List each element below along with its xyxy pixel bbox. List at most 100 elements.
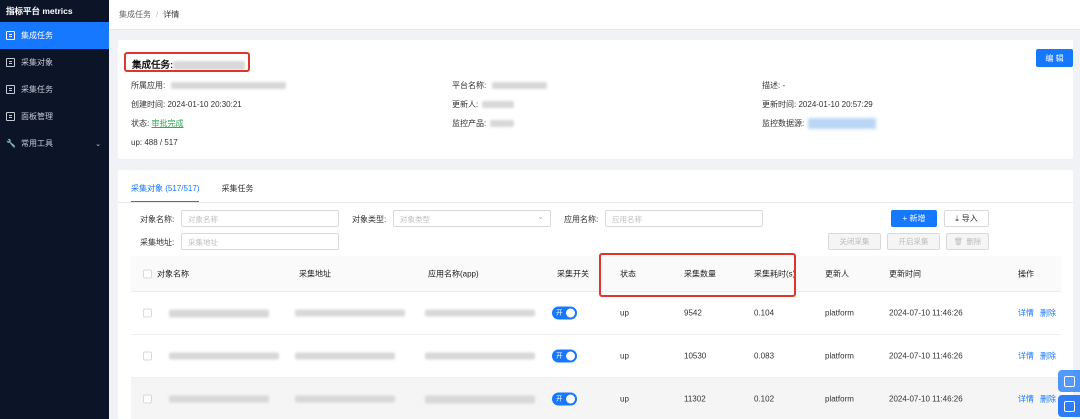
redacted-object-name (169, 352, 279, 361)
sidebar-item-label: 集成任务 (21, 31, 53, 40)
created-label: 创建时间: (131, 100, 166, 109)
redacted-app (171, 82, 287, 90)
sidebar-item-panel-management[interactable]: 面板管理 (0, 103, 109, 130)
header-app-name: 应用名称(app) (428, 269, 479, 278)
task-info-card: 集成任务: 编 辑 所属应用: 平台名称: 描述: - 创建时间: 2024-0… (118, 40, 1073, 159)
row-checkbox[interactable] (143, 394, 152, 404)
open-collect-button[interactable]: 开启采集 (887, 233, 940, 250)
count-cell: 10530 (684, 351, 707, 361)
redacted-product (490, 120, 515, 128)
status-label: 状态: (131, 119, 150, 128)
updater-cell: platform (825, 308, 854, 318)
breadcrumb-current: 详情 (163, 10, 180, 19)
redacted-platform (492, 82, 548, 90)
created-value: 2024-01-10 20:30:21 (167, 100, 242, 109)
status-value[interactable]: 审批完成 (151, 119, 183, 128)
task-title: 集成任务: (124, 52, 250, 72)
grid-icon (6, 85, 15, 94)
desc-value: - (782, 81, 786, 90)
count-cell: 9542 (684, 308, 702, 318)
delete-link[interactable]: 删除 (1040, 351, 1056, 362)
sidebar: 指标平台 metrics 集成任务 采集对象 采集任务 面板管理 🔧 常用工具 … (0, 0, 109, 419)
status-cell: up (620, 308, 629, 318)
object-type-select[interactable]: 对象类型 (393, 210, 551, 227)
main-content: 集成任务 / 详情 集成任务: 编 辑 所属应用: 平台名称: 描述: - 创建… (109, 0, 1080, 419)
grid-icon (6, 58, 15, 67)
up-count: up: 488 / 517 (131, 138, 178, 147)
detail-link[interactable]: 详情 (1018, 394, 1034, 405)
trash-icon: 🗑 (953, 237, 964, 246)
select-all-checkbox[interactable] (143, 269, 152, 278)
header-updater: 更新人 (825, 269, 849, 278)
header-object-name[interactable]: 对象名称 (157, 268, 189, 279)
delete-button[interactable]: 🗑 删除 (946, 233, 989, 250)
header-address: 采集地址 (299, 269, 331, 278)
address-input[interactable]: 采集地址 (181, 233, 339, 250)
table-row: 开 up 10530 0.083 platform 2024-07-10 11:… (131, 335, 1061, 378)
collect-objects-card: 采集对象 (517/517) 采集任务 对象名称: 对象名称 对象类型: 对象类… (118, 170, 1073, 419)
sidebar-item-collect-objects[interactable]: 采集对象 (0, 49, 109, 76)
app-name-input[interactable]: 应用名称 (605, 210, 763, 227)
edit-button[interactable]: 编 辑 (1036, 49, 1073, 67)
table-header: 对象名称 采集地址 应用名称(app) 采集开关 状态 采集数量 采集耗时(s)… (131, 256, 1061, 292)
tab-collect-tasks[interactable]: 采集任务 (221, 183, 253, 203)
tab-collect-objects[interactable]: 采集对象 (517/517) (131, 183, 200, 203)
delete-label: 删除 (966, 237, 982, 246)
collect-switch[interactable]: 开 (552, 349, 577, 363)
redacted-address (295, 352, 395, 361)
delete-link[interactable]: 删除 (1040, 308, 1056, 319)
row-checkbox[interactable] (143, 308, 152, 318)
updater-field: 更新人: (452, 99, 515, 110)
app-label: 所属应用: (131, 81, 166, 90)
sidebar-item-label: 采集任务 (21, 85, 53, 94)
time-cell: 2024-07-10 11:46:26 (889, 394, 963, 404)
count-cell: 11302 (684, 394, 706, 404)
header-collect-count: 采集数量 (684, 269, 716, 278)
tab-bar: 采集对象 (517/517) 采集任务 (131, 183, 253, 203)
tab-divider (118, 202, 1073, 203)
import-button[interactable]: ⤓ 导入 (944, 210, 989, 227)
product-label: 监控产品: (452, 119, 487, 128)
product-field: 监控产品: (452, 118, 515, 129)
updated-field: 更新时间: 2024-01-10 20:57:29 (762, 99, 873, 110)
row-checkbox[interactable] (143, 351, 152, 361)
breadcrumb-root[interactable]: 集成任务 (119, 9, 151, 20)
table-row: 开 up 11302 0.102 platform 2024-07-10 11:… (131, 378, 1061, 419)
switch-label: 开 (556, 352, 563, 360)
collect-switch[interactable]: 开 (552, 392, 577, 406)
header-status: 状态 (620, 269, 636, 278)
delete-link[interactable]: 删除 (1040, 394, 1056, 405)
sidebar-item-collect-tasks[interactable]: 采集任务 (0, 76, 109, 103)
add-button[interactable]: + 新增 (891, 210, 937, 227)
duration-cell: 0.104 (754, 308, 775, 318)
duration-cell: 0.102 (754, 394, 775, 404)
detail-link[interactable]: 详情 (1018, 308, 1034, 319)
app-field: 所属应用: (131, 80, 287, 91)
desc-label: 描述: (762, 81, 781, 90)
updated-label: 更新时间: (762, 100, 797, 109)
close-collect-button[interactable]: 关闭采集 (828, 233, 881, 250)
address-label: 采集地址: (140, 238, 175, 247)
collect-switch[interactable]: 开 (552, 306, 577, 320)
status-cell: up (620, 394, 629, 404)
redacted-task-name (173, 60, 246, 70)
header-collect-duration: 采集耗时(s) (754, 269, 796, 278)
object-name-input[interactable]: 对象名称 (181, 210, 339, 227)
float-feedback-icon[interactable] (1058, 395, 1080, 417)
redacted-address (295, 309, 405, 318)
platform-field: 平台名称: (452, 80, 548, 91)
time-cell: 2024-07-10 11:46:26 (889, 351, 963, 361)
sidebar-item-common-tools[interactable]: 🔧 常用工具 ⌄ (0, 130, 109, 157)
table-row: 开 up 9542 0.104 platform 2024-07-10 11:4… (131, 292, 1061, 335)
redacted-datasource[interactable] (808, 118, 877, 130)
float-help-icon[interactable] (1058, 370, 1080, 392)
app-name-label: 应用名称: (564, 215, 599, 224)
platform-label: 平台名称: (452, 81, 487, 90)
redacted-object-name (169, 395, 269, 404)
sidebar-item-integration-tasks[interactable]: 集成任务 (0, 22, 109, 49)
time-cell: 2024-07-10 11:46:26 (889, 308, 963, 318)
redacted-object-name (169, 309, 269, 318)
detail-link[interactable]: 详情 (1018, 351, 1034, 362)
sidebar-item-label: 采集对象 (21, 58, 53, 67)
upload-icon: ⤓ (955, 213, 959, 223)
